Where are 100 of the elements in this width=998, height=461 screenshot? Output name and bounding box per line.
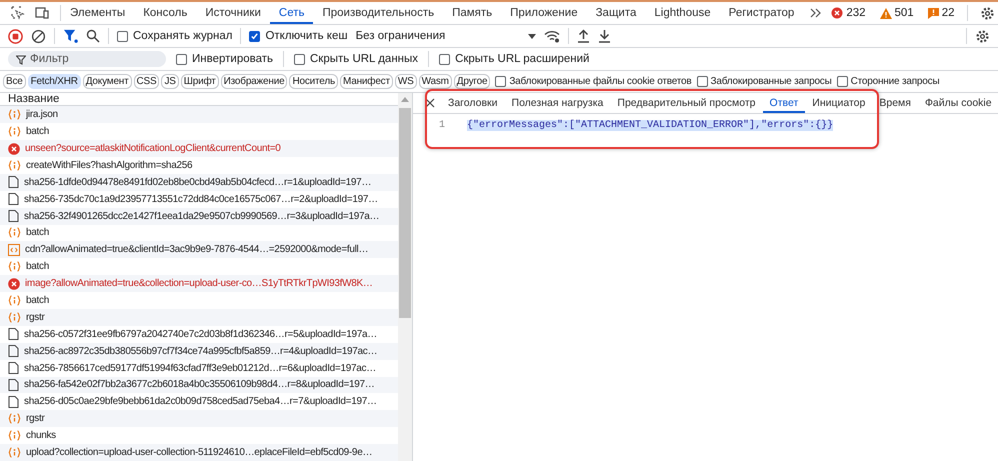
file-icon [8,378,19,391]
file-icon [8,345,19,358]
request-row[interactable]: sha256-d05c0ae29bfe9bebb61da2c0b09d758ced5ad75eba4…r=7&uploadId=197… [0,393,398,410]
checkbox-label: Скрыть URL расширений [455,53,590,65]
request-row[interactable]: rgstr [0,410,398,428]
checkbox-label: Отключить кеш [265,30,348,42]
inspect-icon[interactable] [10,5,26,21]
braces-icon [8,126,21,138]
braces-icon [8,312,21,323]
checkbox[interactable] [249,30,260,42]
panel-tab[interactable]: Консоль [134,2,196,24]
panel-tab[interactable]: Защита [586,2,646,24]
type-filter-chip[interactable]: Шрифт [180,74,219,89]
type-filter-chip[interactable]: Другое [454,74,490,89]
panel-tab[interactable]: Lighthouse [645,2,720,24]
detail-tab[interactable]: Файлы cookie [918,93,998,113]
panel-tab[interactable]: Регистратор [720,2,804,24]
request-row[interactable]: sha256-32f4901265dcc2e1427f1eea1da29e9507cb9990569…r=3&uploadId=197a… [0,208,398,225]
panel-tab[interactable]: Производительность [313,2,444,24]
panel-tab[interactable]: Сеть [270,2,314,24]
type-filter-chip[interactable]: WS [394,74,417,89]
type-filter-chip[interactable]: JS [161,74,179,89]
line-number: 1 [439,120,446,131]
checkbox-label: Заблокированные файлы cookie ответов [509,76,692,87]
column-header[interactable]: Название [8,93,60,106]
request-row[interactable]: batch [0,258,398,276]
detail-tab[interactable]: Полезная нагрузка [504,93,610,113]
device-toolbar-icon[interactable] [34,5,50,21]
throttling-dropdown[interactable]: Без ограничения [356,30,536,42]
warning-count: 501 [894,7,914,19]
settings-icon[interactable] [980,6,994,20]
request-row[interactable]: batch [0,123,398,140]
scrollbar-thumb[interactable] [399,108,411,318]
request-row[interactable]: createWithFiles?hashAlgorithm=sha256 [0,156,398,174]
settings-icon[interactable] [975,28,990,44]
request-row[interactable]: sha256-c0572f31ee9fb6797a2042740e7c2d03b8f1d362346…r=5&uploadId=197a… [0,326,398,343]
type-filter-chip[interactable]: Носитель [289,74,338,89]
detail-tab[interactable]: Инициатор [805,93,872,113]
detail-tab[interactable]: Предварительный просмотр [610,93,763,113]
error-count: 232 [846,7,866,19]
request-row[interactable]: sha256-ac8972c35db380556b97cf7f34ce74a995cfbf5a859…r=4&uploadId=197ac… [0,342,398,360]
braces-icon [8,227,21,238]
detail-tab[interactable]: Заголовки [441,93,505,113]
error-icon [8,142,20,155]
checkbox[interactable] [117,30,128,42]
request-row[interactable]: upload?collection=upload-user-collection-511924610…eplaceFileId=ebf5cd09-9e… [0,444,398,461]
filter-field[interactable]: Фильтр [8,51,166,67]
braces-icon [8,430,21,442]
type-filter-chip[interactable]: Wasm [418,74,452,89]
request-row[interactable]: image?allowAnimated=true&collection=upload-user-co…S1yTtRTkrTpWI93fW8K… [0,275,398,292]
record-stop-icon[interactable] [8,28,23,44]
checkbox[interactable] [439,54,450,64]
panel-tab[interactable]: Память [443,2,502,24]
request-row[interactable]: batch [0,292,398,309]
type-filter-chip[interactable]: Fetch/XHR [28,74,81,89]
file-icon [8,210,19,222]
braces-icon [8,109,21,120]
filter-icon [16,55,26,65]
request-row[interactable]: unseen?source=atlaskitNotificationLogClient&currentCount=0 [0,140,398,157]
request-row[interactable]: sha256-7856617ced59177df51994f63cfad7ff3e9eb01212d…r=6&uploadId=197ac… [0,360,398,377]
more-tabs-icon[interactable] [809,7,824,19]
braces-icon [8,261,21,272]
panel-tab[interactable]: Источники [196,2,270,24]
request-row[interactable]: sha256-1dfde0d94478e8491fd02eb8be0cbd49ab5b04cfecd…r=1&uploadId=197… [0,174,398,191]
error-icon [831,7,844,19]
type-filter-chip[interactable]: Документ [82,74,132,89]
network-conditions-icon[interactable] [544,30,560,42]
braces-icon [8,413,21,424]
checkbox[interactable] [176,54,187,64]
search-icon[interactable] [86,29,100,43]
file-icon [8,362,19,374]
request-row[interactable]: rgstr [0,308,398,326]
type-filter-chip[interactable]: Все [3,74,26,89]
close-icon[interactable] [425,98,435,108]
request-row[interactable]: cdn?allowAnimated=true&clientId=3ac9b9e9-7876-4544…=2592000&mode=full… [0,241,398,258]
checkbox[interactable] [294,54,305,64]
download-icon[interactable] [598,29,611,43]
request-row[interactable]: jira.json [0,106,398,124]
filter-icon[interactable] [63,29,78,43]
checkbox[interactable] [495,76,506,87]
detail-tab[interactable]: Время [872,93,918,113]
braces-icon [8,295,21,306]
checkbox[interactable] [696,76,708,87]
panel-tab[interactable]: Приложение [501,2,587,24]
detail-tab[interactable]: Ответ [762,93,806,113]
request-row[interactable]: chunks [0,427,398,444]
checkbox-label: Скрыть URL данных [310,53,418,65]
type-filter-chip[interactable]: CSS [134,74,160,89]
request-row[interactable]: batch [0,224,398,242]
request-row[interactable]: sha256-735dc70c1a9d23957713551c72dd84c0ce16575c067…r=2&uploadId=197… [0,190,398,208]
image-file-icon [8,244,20,256]
type-filter-chip[interactable]: Манифест [340,74,393,89]
panel-tab[interactable]: Элементы [61,2,134,24]
clear-icon[interactable] [31,28,46,44]
checkbox[interactable] [836,76,848,87]
request-row[interactable]: sha256-fa542e02f7bb2a3677c2b6018a4b0c35506109b98d4…r=8&uploadId=197… [0,376,398,394]
issue-icon [928,8,939,18]
issue-count: 22 [942,7,954,19]
type-filter-chip[interactable]: Изображение [220,74,288,89]
upload-icon[interactable] [576,29,590,43]
